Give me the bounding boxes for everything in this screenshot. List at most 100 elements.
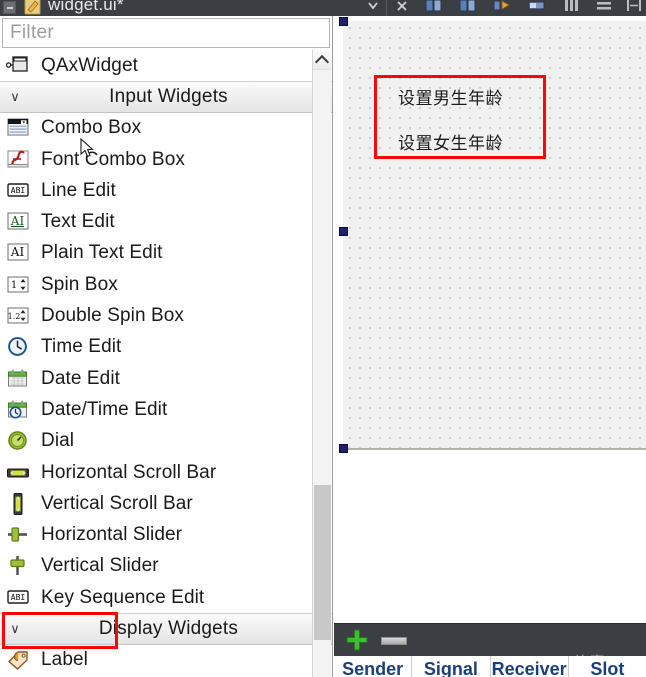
- widget-item-dial[interactable]: Dial: [0, 425, 332, 457]
- svg-text:ABI: ABI: [11, 186, 26, 195]
- svg-text:AI: AI: [10, 245, 25, 259]
- scrollbar-thumb[interactable]: [314, 485, 331, 640]
- widget-item-label: Font Combo Box: [41, 148, 185, 170]
- vertical-scroll-bar-icon: [6, 492, 32, 516]
- plain-text-edit-icon: AI: [6, 241, 32, 265]
- widget-item-line-edit[interactable]: ABI Line Edit: [0, 175, 332, 207]
- svg-text:1.2: 1.2: [8, 312, 21, 321]
- widget-item-label: Dial: [41, 430, 75, 452]
- lay-out-vertically-icon[interactable]: [458, 0, 478, 14]
- restore-window-icon[interactable]: [3, 1, 16, 14]
- widget-item-label: Horizontal Scroll Bar: [41, 461, 217, 483]
- widget-item-label: Plain Text Edit: [41, 242, 163, 264]
- widget-item-double-spin-box[interactable]: 1.2 Double Spin Box: [0, 300, 332, 332]
- signal-slot-editor: CSDN @傻童:CPU ▾ SenderSignalReceiverSlot: [334, 623, 646, 677]
- svg-text:1: 1: [11, 280, 17, 291]
- widget-item-plain-text-edit[interactable]: AI Plain Text Edit: [0, 237, 332, 270]
- chevron-down-icon[interactable]: [363, 0, 383, 14]
- window-title: widget.ui*: [48, 0, 124, 14]
- chevron-down-icon[interactable]: ∨: [0, 89, 30, 105]
- column-header-receiver[interactable]: Receiver: [491, 656, 569, 677]
- widget-item-font-combo-box[interactable]: Font Combo Box: [0, 143, 332, 176]
- widget-group-label: Display Widgets: [98, 617, 239, 639]
- horizontal-slider-icon: [6, 523, 32, 547]
- widget-item-combo-box[interactable]: Combo Box: [0, 112, 332, 144]
- selection-handle-top-left[interactable]: [339, 17, 348, 26]
- column-header-slot[interactable]: Slot: [569, 656, 646, 677]
- font-combo-box-icon: [6, 148, 32, 172]
- selection-handle-bottom-left[interactable]: [339, 444, 348, 453]
- widget-group-input-widgets[interactable]: ∨ Input Widgets: [0, 81, 332, 113]
- lay-out-in-a-form-layout-icon[interactable]: [492, 0, 512, 14]
- form-canvas[interactable]: 设置男生年龄 设置女生年龄: [339, 17, 646, 449]
- svg-text:AI: AI: [10, 214, 25, 228]
- signal-slot-table-header: Sender Signal Receiver Slot: [334, 656, 646, 677]
- widget-item-label: Horizontal Slider: [41, 524, 183, 546]
- column-header-signal[interactable]: Signal: [412, 656, 491, 677]
- widget-item-vertical-slider[interactable]: Vertical Slider: [0, 550, 332, 583]
- widget-item-label: QAxWidget: [41, 54, 138, 76]
- widget-box-panel: Filter QAxWidget ∨ Input Widgets Combo Box F…: [0, 16, 333, 677]
- title-bar: widget.ui*: [0, 0, 646, 16]
- widget-item-date-time-edit[interactable]: Date/Time Edit: [0, 394, 332, 426]
- date-time-edit-icon: [6, 398, 32, 422]
- widget-item-label: Text Edit: [41, 211, 115, 233]
- widget-item-label: Vertical Slider: [41, 555, 159, 577]
- widget-item-label: Combo Box: [41, 117, 142, 139]
- widget-item-label: Line Edit: [41, 179, 116, 201]
- widget-item-label: Spin Box: [41, 273, 118, 295]
- widget-item-label: Date Edit: [41, 367, 121, 389]
- horizontal-scroll-bar-icon: [6, 461, 32, 485]
- widget-item-label: Date/Time Edit: [41, 398, 168, 420]
- adjust-size-icon[interactable]: [624, 0, 644, 14]
- widget-item-label: Double Spin Box: [41, 305, 185, 327]
- filter-input[interactable]: Filter: [2, 18, 330, 48]
- spin-box-icon: 1: [6, 273, 32, 297]
- widget-item-date-edit[interactable]: Date Edit: [0, 362, 332, 395]
- widget-item-label: Key Sequence Edit: [41, 586, 205, 608]
- lay-out-in-a-splitter-horizontally-icon[interactable]: [562, 0, 582, 14]
- combo-box-icon: [6, 116, 32, 140]
- remove-connection-button[interactable]: [381, 637, 407, 645]
- form-editor-pane[interactable]: 设置男生年龄 设置女生年龄: [334, 16, 646, 623]
- line-edit-icon: ABI: [6, 179, 32, 203]
- filter-placeholder: Filter: [10, 22, 55, 43]
- widget-item-label[interactable]: Label: [0, 644, 332, 676]
- close-icon[interactable]: [392, 0, 412, 14]
- double-spin-box-icon: 1.2: [6, 304, 32, 328]
- widget-item-spin-box[interactable]: 1 Spin Box: [0, 269, 332, 301]
- widget-item-horizontal-slider[interactable]: Horizontal Slider: [0, 519, 332, 551]
- form-label-male-age[interactable]: 设置男生年龄: [398, 84, 503, 109]
- add-connection-button[interactable]: [345, 628, 369, 652]
- widget-group-display-widgets[interactable]: ∨ Display Widgets: [0, 613, 332, 645]
- lay-out-in-a-splitter-vertically-icon[interactable]: [594, 0, 614, 14]
- widget-item-horizontal-scroll-bar[interactable]: Horizontal Scroll Bar: [0, 456, 332, 489]
- column-header-sender[interactable]: Sender: [334, 656, 413, 677]
- vertical-slider-icon: [6, 554, 32, 578]
- chevron-down-icon[interactable]: ∨: [0, 621, 30, 637]
- file-ui-icon: [24, 0, 41, 15]
- lay-out-horizontally-icon[interactable]: [424, 0, 444, 14]
- text-edit-icon: AI: [6, 210, 32, 234]
- scroll-up-arrow-icon[interactable]: [313, 50, 331, 70]
- widget-item-label: Time Edit: [41, 336, 122, 358]
- widget-item-key-sequence-edit[interactable]: ABI Key Sequence Edit: [0, 582, 332, 614]
- qt-designer-window: widget.ui* Filter QAxWidget ∨ Input Widg…: [0, 0, 646, 677]
- widget-item-label: Vertical Scroll Bar: [41, 492, 193, 514]
- widget-list[interactable]: QAxWidget ∨ Input Widgets Combo Box Font Com…: [0, 50, 332, 677]
- form-label-female-age[interactable]: 设置女生年龄: [398, 129, 503, 154]
- widget-item-text-edit[interactable]: AI Text Edit: [0, 206, 332, 238]
- qaxwidget-icon: [5, 54, 32, 78]
- widget-list-scrollbar[interactable]: [312, 50, 331, 677]
- widget-item-label: Label: [41, 649, 88, 671]
- lay-out-in-a-grid-icon[interactable]: [527, 0, 547, 14]
- toolbar-separator: [386, 0, 387, 16]
- widget-group-label: Input Widgets: [109, 85, 228, 107]
- widget-item-time-edit[interactable]: Time Edit: [0, 331, 332, 363]
- date-edit-icon: [6, 367, 32, 391]
- label-icon: [6, 648, 32, 672]
- widget-item-vertical-scroll-bar[interactable]: Vertical Scroll Bar: [0, 488, 332, 520]
- widget-item-qaxwidget[interactable]: QAxWidget: [0, 50, 332, 82]
- dial-icon: [6, 429, 32, 453]
- selection-handle-middle-left[interactable]: [339, 227, 348, 236]
